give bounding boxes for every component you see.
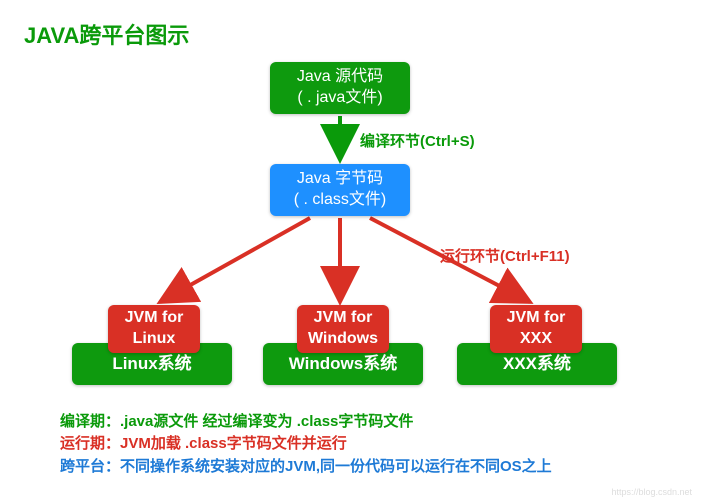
node-jvm-xxx-line1: JVM for: [507, 308, 566, 329]
node-jvm-linux-line1: JVM for: [125, 308, 184, 329]
node-source-line2: ( . java文件): [297, 88, 382, 109]
node-jvm-xxx: JVM for XXX: [490, 305, 582, 353]
footer-line-compile: 编译期：.java源文件 经过编译变为 .class字节码文件: [60, 411, 552, 434]
label-compile: 编译环节(Ctrl+S): [360, 130, 475, 151]
node-bytecode-line2: ( . class文件): [294, 190, 386, 211]
page-title: JAVA跨平台图示: [0, 0, 702, 50]
node-source: Java 源代码 ( . java文件): [270, 62, 410, 114]
node-source-line1: Java 源代码: [297, 67, 383, 88]
node-jvm-windows-line2: Windows: [308, 329, 378, 350]
footer-line-crossplatform: 跨平台：不同操作系统安装对应的JVM,同一份代码可以运行在不同OS之上: [60, 456, 552, 479]
node-jvm-xxx-line2: XXX: [520, 329, 552, 350]
watermark: https://blog.csdn.net: [611, 487, 692, 497]
diagram-canvas: Java 源代码 ( . java文件) 编译环节(Ctrl+S) Java 字…: [0, 50, 702, 430]
label-run: 运行环节(Ctrl+F11): [440, 245, 570, 266]
node-jvm-linux: JVM for Linux: [108, 305, 200, 353]
node-bytecode: Java 字节码 ( . class文件): [270, 164, 410, 216]
node-jvm-windows: JVM for Windows: [297, 305, 389, 353]
node-jvm-windows-line1: JVM for: [314, 308, 373, 329]
footer-notes: 编译期：.java源文件 经过编译变为 .class字节码文件 运行期：JVM加…: [60, 411, 552, 479]
footer-line-run: 运行期：JVM加载 .class字节码文件并运行: [60, 433, 552, 456]
node-bytecode-line1: Java 字节码: [297, 169, 383, 190]
node-jvm-linux-line2: Linux: [133, 329, 176, 350]
